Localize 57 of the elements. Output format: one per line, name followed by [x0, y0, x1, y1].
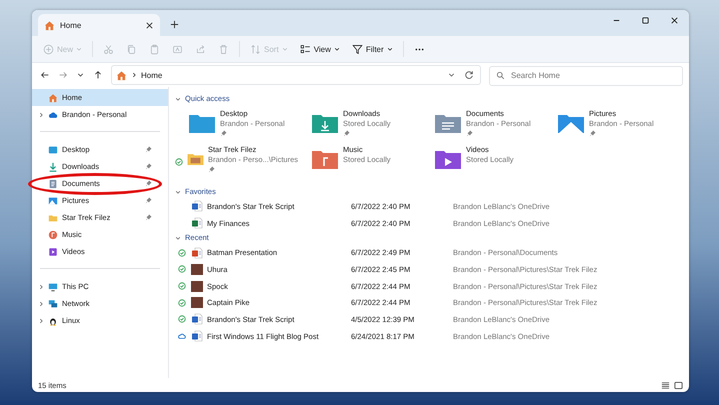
address-bar[interactable]: Home [111, 65, 481, 85]
pin-icon [145, 163, 152, 170]
picture-folder-icon [557, 112, 585, 134]
share-icon [195, 44, 206, 54]
photo-placeholder [191, 264, 203, 275]
chevron-icon [175, 234, 181, 241]
scissors-icon [103, 44, 114, 54]
chevron-right-icon[interactable] [38, 284, 44, 290]
photo-placeholder [191, 297, 203, 308]
trash-icon [218, 44, 230, 54]
presentation-icon [191, 246, 203, 259]
monitor-icon [48, 282, 58, 292]
word-document-icon [191, 200, 203, 212]
tab[interactable]: Home [38, 14, 160, 36]
chevron-icon [175, 188, 181, 194]
chevron-right-icon[interactable] [38, 300, 44, 306]
maximize-icon[interactable] [641, 16, 650, 25]
spreadsheet-icon [191, 217, 203, 230]
close-icon[interactable] [145, 20, 154, 30]
pin-icon [145, 146, 152, 153]
new-tab-icon[interactable] [170, 20, 179, 29]
search-field[interactable]: Search Home [489, 66, 683, 86]
pin-icon [145, 197, 152, 204]
photo-placeholder [191, 280, 203, 292]
music-note-icon [48, 230, 58, 240]
filter-icon [352, 44, 363, 54]
chevron-right-icon [131, 72, 137, 78]
plus-circle-icon [43, 44, 54, 54]
view-button[interactable]: View [294, 39, 345, 59]
chevron-right-icon[interactable] [38, 112, 44, 118]
pin-icon [145, 180, 152, 187]
download-folder-icon [311, 112, 339, 134]
word-document-icon [191, 313, 203, 326]
rename-icon [172, 44, 184, 54]
home-icon [116, 70, 127, 80]
tiles-view-icon[interactable] [674, 380, 683, 390]
search-icon [496, 70, 505, 80]
word-document-icon [191, 330, 203, 342]
close-icon[interactable] [670, 16, 679, 25]
home-icon [48, 92, 58, 102]
copy-icon [126, 44, 138, 54]
pin-icon [145, 214, 152, 221]
cloud-icon [48, 110, 58, 120]
penguin-icon [48, 316, 58, 326]
details-view-icon[interactable] [661, 380, 670, 390]
view-list-icon [300, 44, 311, 54]
chevron-icon [175, 96, 181, 102]
document-icon [48, 178, 58, 188]
clipboard-icon [149, 44, 160, 54]
network-icon [48, 298, 58, 308]
picture-icon [48, 196, 58, 206]
filter-button[interactable]: Filter [346, 39, 398, 59]
chevron-right-icon[interactable] [38, 318, 44, 324]
sort-icon [250, 44, 262, 54]
home-icon [44, 20, 55, 30]
play-icon [48, 246, 58, 256]
download-arrow-icon [48, 162, 58, 172]
